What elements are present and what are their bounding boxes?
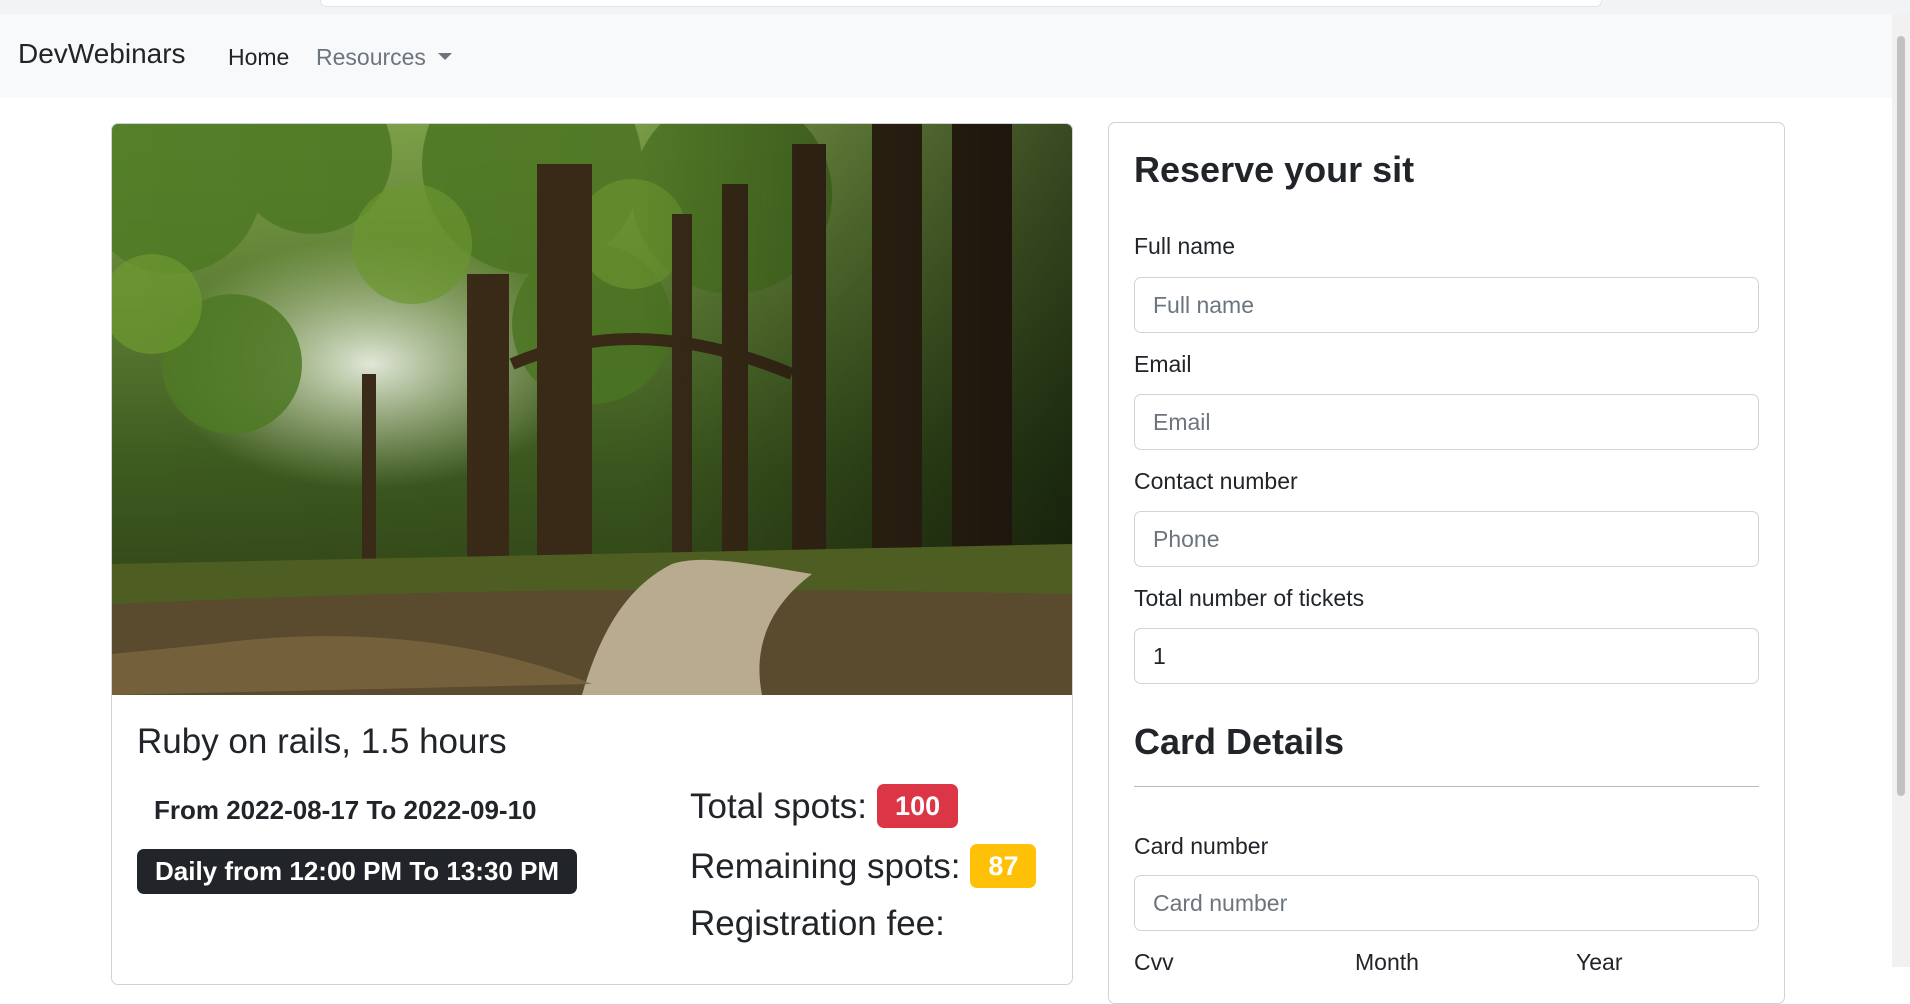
event-title: Ruby on rails, 1.5 hours: [137, 722, 507, 761]
event-dates: From 2022-08-17 To 2022-09-10: [154, 795, 537, 825]
remaining-spots-badge: 87: [970, 844, 1037, 888]
event-image: [112, 124, 1072, 695]
scrollbar-thumb[interactable]: [1897, 36, 1905, 796]
year-label: Year: [1576, 949, 1623, 975]
browser-address-bar[interactable]: [320, 0, 1602, 7]
card-number-input[interactable]: [1134, 875, 1759, 931]
nav-dropdown-resources-label: Resources: [316, 44, 426, 70]
total-spots-label: Total spots:: [690, 787, 868, 826]
nav-link-home[interactable]: Home: [228, 44, 289, 71]
card-number-label: Card number: [1134, 833, 1269, 859]
page-scrollbar[interactable]: [1892, 14, 1910, 967]
navbar-brand[interactable]: DevWebinars: [18, 38, 186, 70]
remaining-spots-label: Remaining spots:: [690, 847, 961, 886]
remaining-spots: Remaining spots: 87: [690, 844, 1037, 888]
reservation-form-card: Reserve your sit Full name Email Contact…: [1108, 122, 1785, 1004]
nav-dropdown-resources[interactable]: Resources: [316, 44, 452, 71]
cvv-label: Cvv: [1134, 949, 1174, 975]
email-label: Email: [1134, 351, 1192, 377]
full-name-label: Full name: [1134, 233, 1235, 259]
contact-number-label: Contact number: [1134, 468, 1298, 494]
full-name-input[interactable]: [1134, 277, 1759, 333]
total-spots-badge: 100: [877, 784, 959, 828]
form-title: Reserve your sit: [1134, 149, 1415, 190]
month-label: Month: [1355, 949, 1419, 975]
tickets-input[interactable]: [1134, 628, 1759, 684]
section-divider: [1134, 786, 1759, 787]
registration-fee-label: Registration fee:: [690, 904, 945, 943]
browser-chrome-strip: [0, 0, 1910, 15]
navbar: DevWebinars Home Resources: [0, 14, 1892, 98]
tickets-label: Total number of tickets: [1134, 585, 1365, 611]
email-input[interactable]: [1134, 394, 1759, 450]
phone-input[interactable]: [1134, 511, 1759, 567]
daily-time-badge: Daily from 12:00 PM To 13:30 PM: [137, 849, 578, 894]
card-details-title: Card Details: [1134, 721, 1345, 762]
event-card: Ruby on rails, 1.5 hours From 2022-08-17…: [111, 123, 1073, 985]
caret-down-icon: [437, 53, 452, 60]
total-spots: Total spots: 100: [690, 784, 959, 828]
